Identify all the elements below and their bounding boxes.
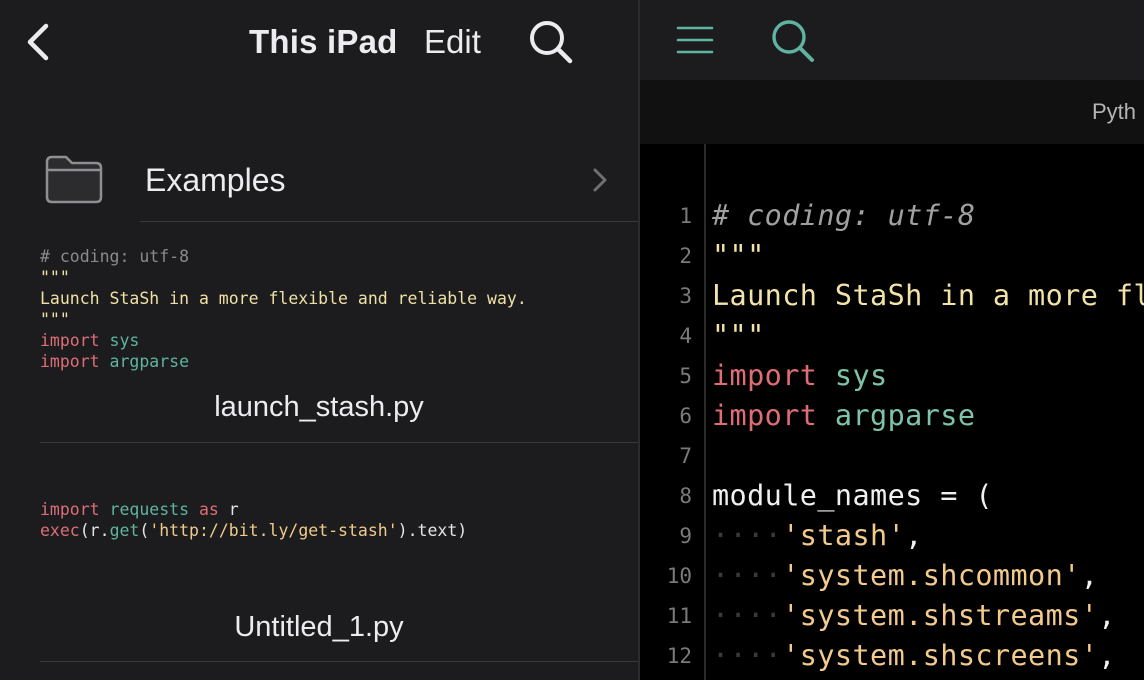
preview-line: Launch StaSh in a more flexible and reli… <box>40 289 527 308</box>
preview-line: exec(r.get('http://bit.ly/get-stash').te… <box>40 521 468 540</box>
file-name: launch_stash.py <box>214 391 424 423</box>
line-number: 8 <box>679 484 692 508</box>
folder-icon <box>44 154 104 204</box>
chevron-left-icon <box>27 23 49 61</box>
line-number: 2 <box>679 244 692 268</box>
back-button[interactable] <box>22 20 62 64</box>
page-title: This iPad <box>249 23 398 60</box>
code-line: ····'system.shscreens', <box>712 639 1116 672</box>
editor-pane: Pyth 1 # coding: utf-8 2 """ 3 Launch StaSh i… <box>640 0 1144 680</box>
preview-line: import requests as r <box>40 500 239 519</box>
code-preview: # coding: utf-8 """ Launch StaSh in a more… <box>40 246 527 372</box>
preview-line: """ <box>40 310 70 329</box>
search-icon <box>530 21 573 64</box>
code-line: module_names = ( <box>712 479 993 512</box>
line-number: 11 <box>666 604 692 628</box>
hamburger-menu-icon <box>676 26 714 54</box>
line-number: 1 <box>679 204 692 228</box>
preview-line: """ <box>40 268 70 287</box>
edit-button[interactable]: Edit <box>424 20 481 64</box>
preview-line: # coding: utf-8 <box>40 247 190 266</box>
editor-search-button[interactable] <box>768 16 818 66</box>
file-item-launch-stash[interactable]: # coding: utf-8 """ Launch StaSh in a more… <box>0 246 638 443</box>
preview-line: import argparse <box>40 352 190 371</box>
code-editor[interactable]: 1 # coding: utf-8 2 """ 3 Launch StaSh in a m… <box>640 144 1144 680</box>
editor-toolbar <box>640 0 1144 80</box>
code-line: ····'system.shcommon', <box>712 559 1099 592</box>
code-line: Launch StaSh in a more flexible and reli… <box>712 279 1144 312</box>
code-line: # coding: utf-8 <box>712 199 976 232</box>
divider <box>140 221 638 222</box>
code-line: """ <box>712 239 765 272</box>
search-button[interactable] <box>526 18 576 66</box>
folder-name: Examples <box>145 162 286 198</box>
file-name: Untitled_1.py <box>234 611 404 643</box>
code-line: ····'stash', <box>712 519 923 552</box>
line-number: 7 <box>679 444 692 468</box>
folder-row-examples[interactable]: Examples <box>0 138 638 222</box>
line-number: 3 <box>679 284 692 308</box>
divider <box>40 661 638 662</box>
code-line: """ <box>712 319 765 352</box>
line-number: 6 <box>679 404 692 428</box>
file-item-untitled-1[interactable]: import requests as r exec(r.get('http://b… <box>0 499 638 661</box>
code-preview: import requests as r exec(r.get('http://b… <box>40 499 467 541</box>
tab-python[interactable]: Pyth <box>1092 98 1136 126</box>
menu-button[interactable] <box>676 22 716 58</box>
divider <box>40 442 638 443</box>
search-icon <box>772 20 814 62</box>
tab-bar: Pyth <box>640 80 1144 144</box>
chevron-right-icon <box>590 164 610 196</box>
code-line: ····'system.shstreams', <box>712 599 1116 632</box>
line-number: 4 <box>679 324 692 348</box>
line-number: 5 <box>679 364 692 388</box>
code-line: import argparse <box>712 399 976 432</box>
preview-line: import sys <box>40 331 140 350</box>
line-number: 12 <box>666 644 692 668</box>
line-number: 10 <box>666 564 692 588</box>
line-number: 9 <box>679 524 692 548</box>
file-browser-pane: This iPad Edit Examples # coding: utf-8 "… <box>0 0 638 680</box>
code-line: import sys <box>712 359 888 392</box>
